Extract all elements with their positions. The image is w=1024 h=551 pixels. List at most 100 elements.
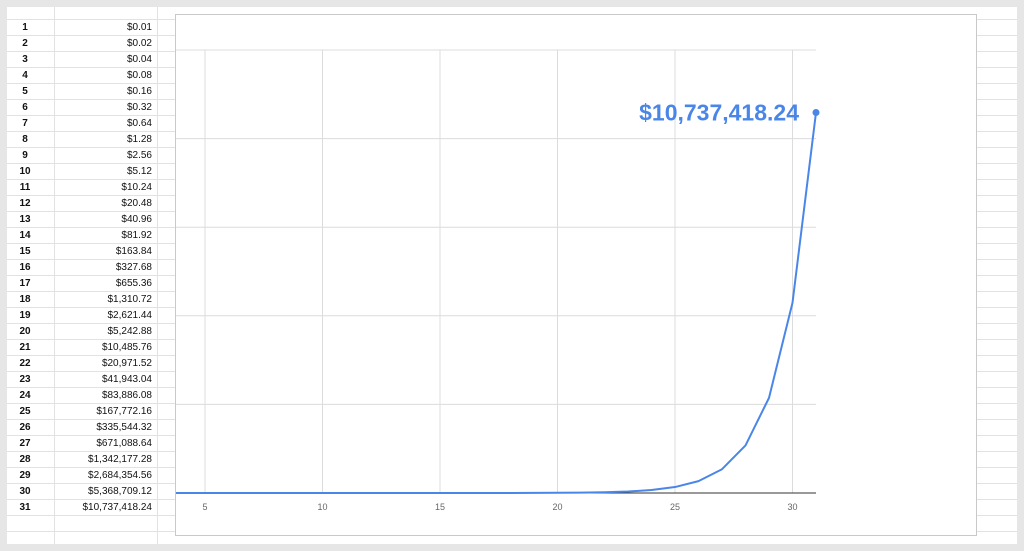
row-divider <box>977 51 1017 52</box>
row-value: $0.02 <box>126 38 152 49</box>
row-divider <box>977 35 1017 36</box>
row-divider <box>977 499 1017 500</box>
row-divider <box>977 531 1017 532</box>
row-number: 15 <box>19 246 31 257</box>
row-value: $335,544.32 <box>96 422 152 433</box>
table-row[interactable]: 30 $5,368,709.12 <box>7 484 157 500</box>
row-value: $2,684,354.56 <box>88 470 152 481</box>
row-value: $0.01 <box>126 22 152 33</box>
row-number: 25 <box>19 406 31 417</box>
annotation-group: $10,737,418.24 <box>639 99 799 125</box>
row-value: $1,342,177.28 <box>88 454 152 465</box>
row-divider <box>977 115 1017 116</box>
row-number: 23 <box>19 374 31 385</box>
table-row[interactable]: 14 $81.92 <box>7 228 157 244</box>
table-row[interactable]: 24 $83,886.08 <box>7 388 157 404</box>
table-row[interactable]: 8 $1.28 <box>7 132 157 148</box>
table-row[interactable]: 10 $5.12 <box>7 164 157 180</box>
row-divider <box>977 515 1017 516</box>
row-number: 6 <box>22 102 28 113</box>
value-callout: $10,737,418.24 <box>639 99 799 125</box>
table-row[interactable]: 27 $671,088.64 <box>7 436 157 452</box>
row-number: 13 <box>19 214 31 225</box>
x-tick-label: 10 <box>317 502 327 512</box>
row-divider <box>977 195 1017 196</box>
row-value: $20.48 <box>121 198 152 209</box>
row-divider <box>977 131 1017 132</box>
row-value: $5.12 <box>126 166 152 177</box>
row-divider <box>977 387 1017 388</box>
table-row[interactable]: 11 $10.24 <box>7 180 157 196</box>
row-value: $5,368,709.12 <box>88 486 152 497</box>
row-number: 3 <box>22 54 28 65</box>
x-tick-label: 15 <box>435 502 445 512</box>
table-row[interactable]: 5 $0.16 <box>7 84 157 100</box>
row-number: 2 <box>22 38 28 49</box>
table-row[interactable]: 3 $0.04 <box>7 52 157 68</box>
row-divider <box>977 483 1017 484</box>
table-row[interactable]: 7 $0.64 <box>7 116 157 132</box>
row-number: 7 <box>22 118 28 129</box>
row-number: 31 <box>19 502 31 513</box>
table-row[interactable]: 28 $1,342,177.28 <box>7 452 157 468</box>
row-number: 14 <box>19 230 31 241</box>
table-row[interactable]: 29 $2,684,354.56 <box>7 468 157 484</box>
row-value: $655.36 <box>115 278 152 289</box>
row-value: $0.64 <box>126 118 152 129</box>
row-divider <box>977 227 1017 228</box>
line-chart[interactable]: $0.00$2,500,000.00$5,000,000.00$7,500,00… <box>175 14 977 536</box>
row-number: 4 <box>22 70 28 81</box>
table-row[interactable]: 19 $2,621.44 <box>7 308 157 324</box>
row-divider <box>977 291 1017 292</box>
table-row[interactable]: 16 $327.68 <box>7 260 157 276</box>
row-divider <box>977 147 1017 148</box>
row-value: $0.16 <box>126 86 152 97</box>
table-row[interactable]: 6 $0.32 <box>7 100 157 116</box>
series-line <box>176 112 817 494</box>
row-divider <box>977 83 1017 84</box>
row-divider <box>977 435 1017 436</box>
table-row[interactable]: 26 $335,544.32 <box>7 420 157 436</box>
table-row[interactable]: 4 $0.08 <box>7 68 157 84</box>
table-row[interactable]: 15 $163.84 <box>7 244 157 260</box>
row-divider <box>7 531 175 532</box>
x-axis-ticks: 5 10 15 20 25 30 <box>202 502 797 512</box>
spreadsheet: 1 $0.01 2 $0.02 3 $0.04 4 $0.08 5 $0.16 6 $0.32 7 $0.… <box>7 7 1017 544</box>
table-row[interactable]: 1 $0.01 <box>7 20 157 36</box>
table-row[interactable]: 13 $40.96 <box>7 212 157 228</box>
row-value: $0.04 <box>126 54 152 65</box>
row-divider <box>977 99 1017 100</box>
table-row[interactable]: 12 $20.48 <box>7 196 157 212</box>
x-tick-label: 25 <box>670 502 680 512</box>
row-number: 27 <box>19 438 31 449</box>
row-number: 5 <box>22 86 28 97</box>
table-row[interactable]: 31 $10,737,418.24 <box>7 500 157 516</box>
table-row[interactable]: 18 $1,310.72 <box>7 292 157 308</box>
row-value: $2.56 <box>126 150 152 161</box>
row-number: 21 <box>19 342 31 353</box>
row-divider <box>977 259 1017 260</box>
table-row[interactable]: 23 $41,943.04 <box>7 372 157 388</box>
table-row[interactable]: 2 $0.02 <box>7 36 157 52</box>
row-value: $81.92 <box>121 230 152 241</box>
row-divider <box>977 243 1017 244</box>
row-number: 11 <box>19 182 31 193</box>
table-row[interactable]: 25 $167,772.16 <box>7 404 157 420</box>
table-row[interactable]: 9 $2.56 <box>7 148 157 164</box>
row-number: 30 <box>19 486 31 497</box>
table-row[interactable]: 22 $20,971.52 <box>7 356 157 372</box>
table-row[interactable]: 17 $655.36 <box>7 276 157 292</box>
row-number: 22 <box>19 358 31 369</box>
row-number: 26 <box>19 422 31 433</box>
row-value: $83,886.08 <box>101 390 152 401</box>
data-point <box>812 108 820 116</box>
series-line-group <box>176 108 820 494</box>
row-divider <box>977 19 1017 20</box>
row-divider <box>977 403 1017 404</box>
row-value: $327.68 <box>115 262 152 273</box>
row-value: $5,242.88 <box>107 326 153 337</box>
table-row[interactable]: 20 $5,242.88 <box>7 324 157 340</box>
table-row[interactable]: 21 $10,485.76 <box>7 340 157 356</box>
row-divider <box>977 323 1017 324</box>
row-number: 28 <box>19 454 31 465</box>
